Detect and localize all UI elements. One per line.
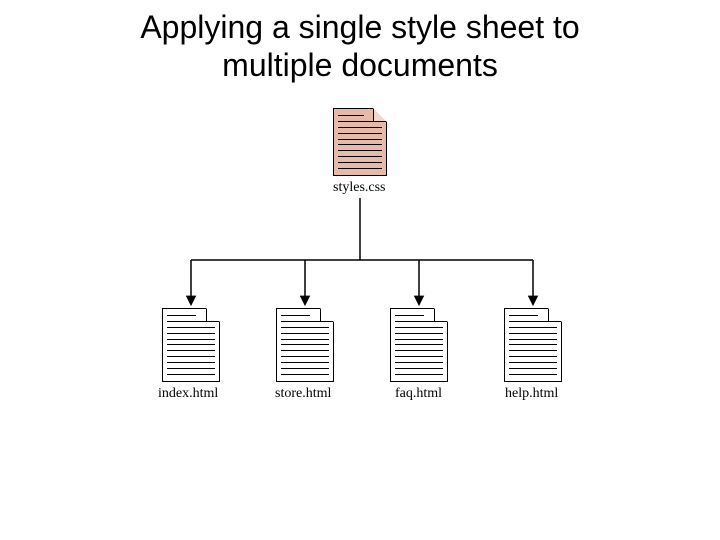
html-document-icon: [504, 308, 562, 382]
diagram-stage: styles.css index.html store.html faq.htm…: [0, 100, 720, 540]
stylesheet-label: styles.css: [333, 180, 386, 196]
page-fold-icon: [206, 308, 220, 322]
html-file-label: index.html: [158, 386, 218, 402]
html-file-label: faq.html: [395, 386, 442, 402]
stylesheet-document-icon: [333, 108, 387, 176]
page-fold-icon: [434, 308, 448, 322]
html-document-icon: [162, 308, 220, 382]
page-fold-icon: [320, 308, 334, 322]
page-fold-icon: [548, 308, 562, 322]
html-document-icon: [276, 308, 334, 382]
page-fold-icon: [373, 108, 387, 122]
html-file-label: help.html: [505, 386, 558, 402]
title-line-1: Applying a single style sheet to: [140, 9, 579, 45]
page-title: Applying a single style sheet to multipl…: [0, 0, 720, 85]
html-file-label: store.html: [275, 386, 331, 402]
title-line-2: multiple documents: [222, 47, 498, 83]
html-document-icon: [390, 308, 448, 382]
